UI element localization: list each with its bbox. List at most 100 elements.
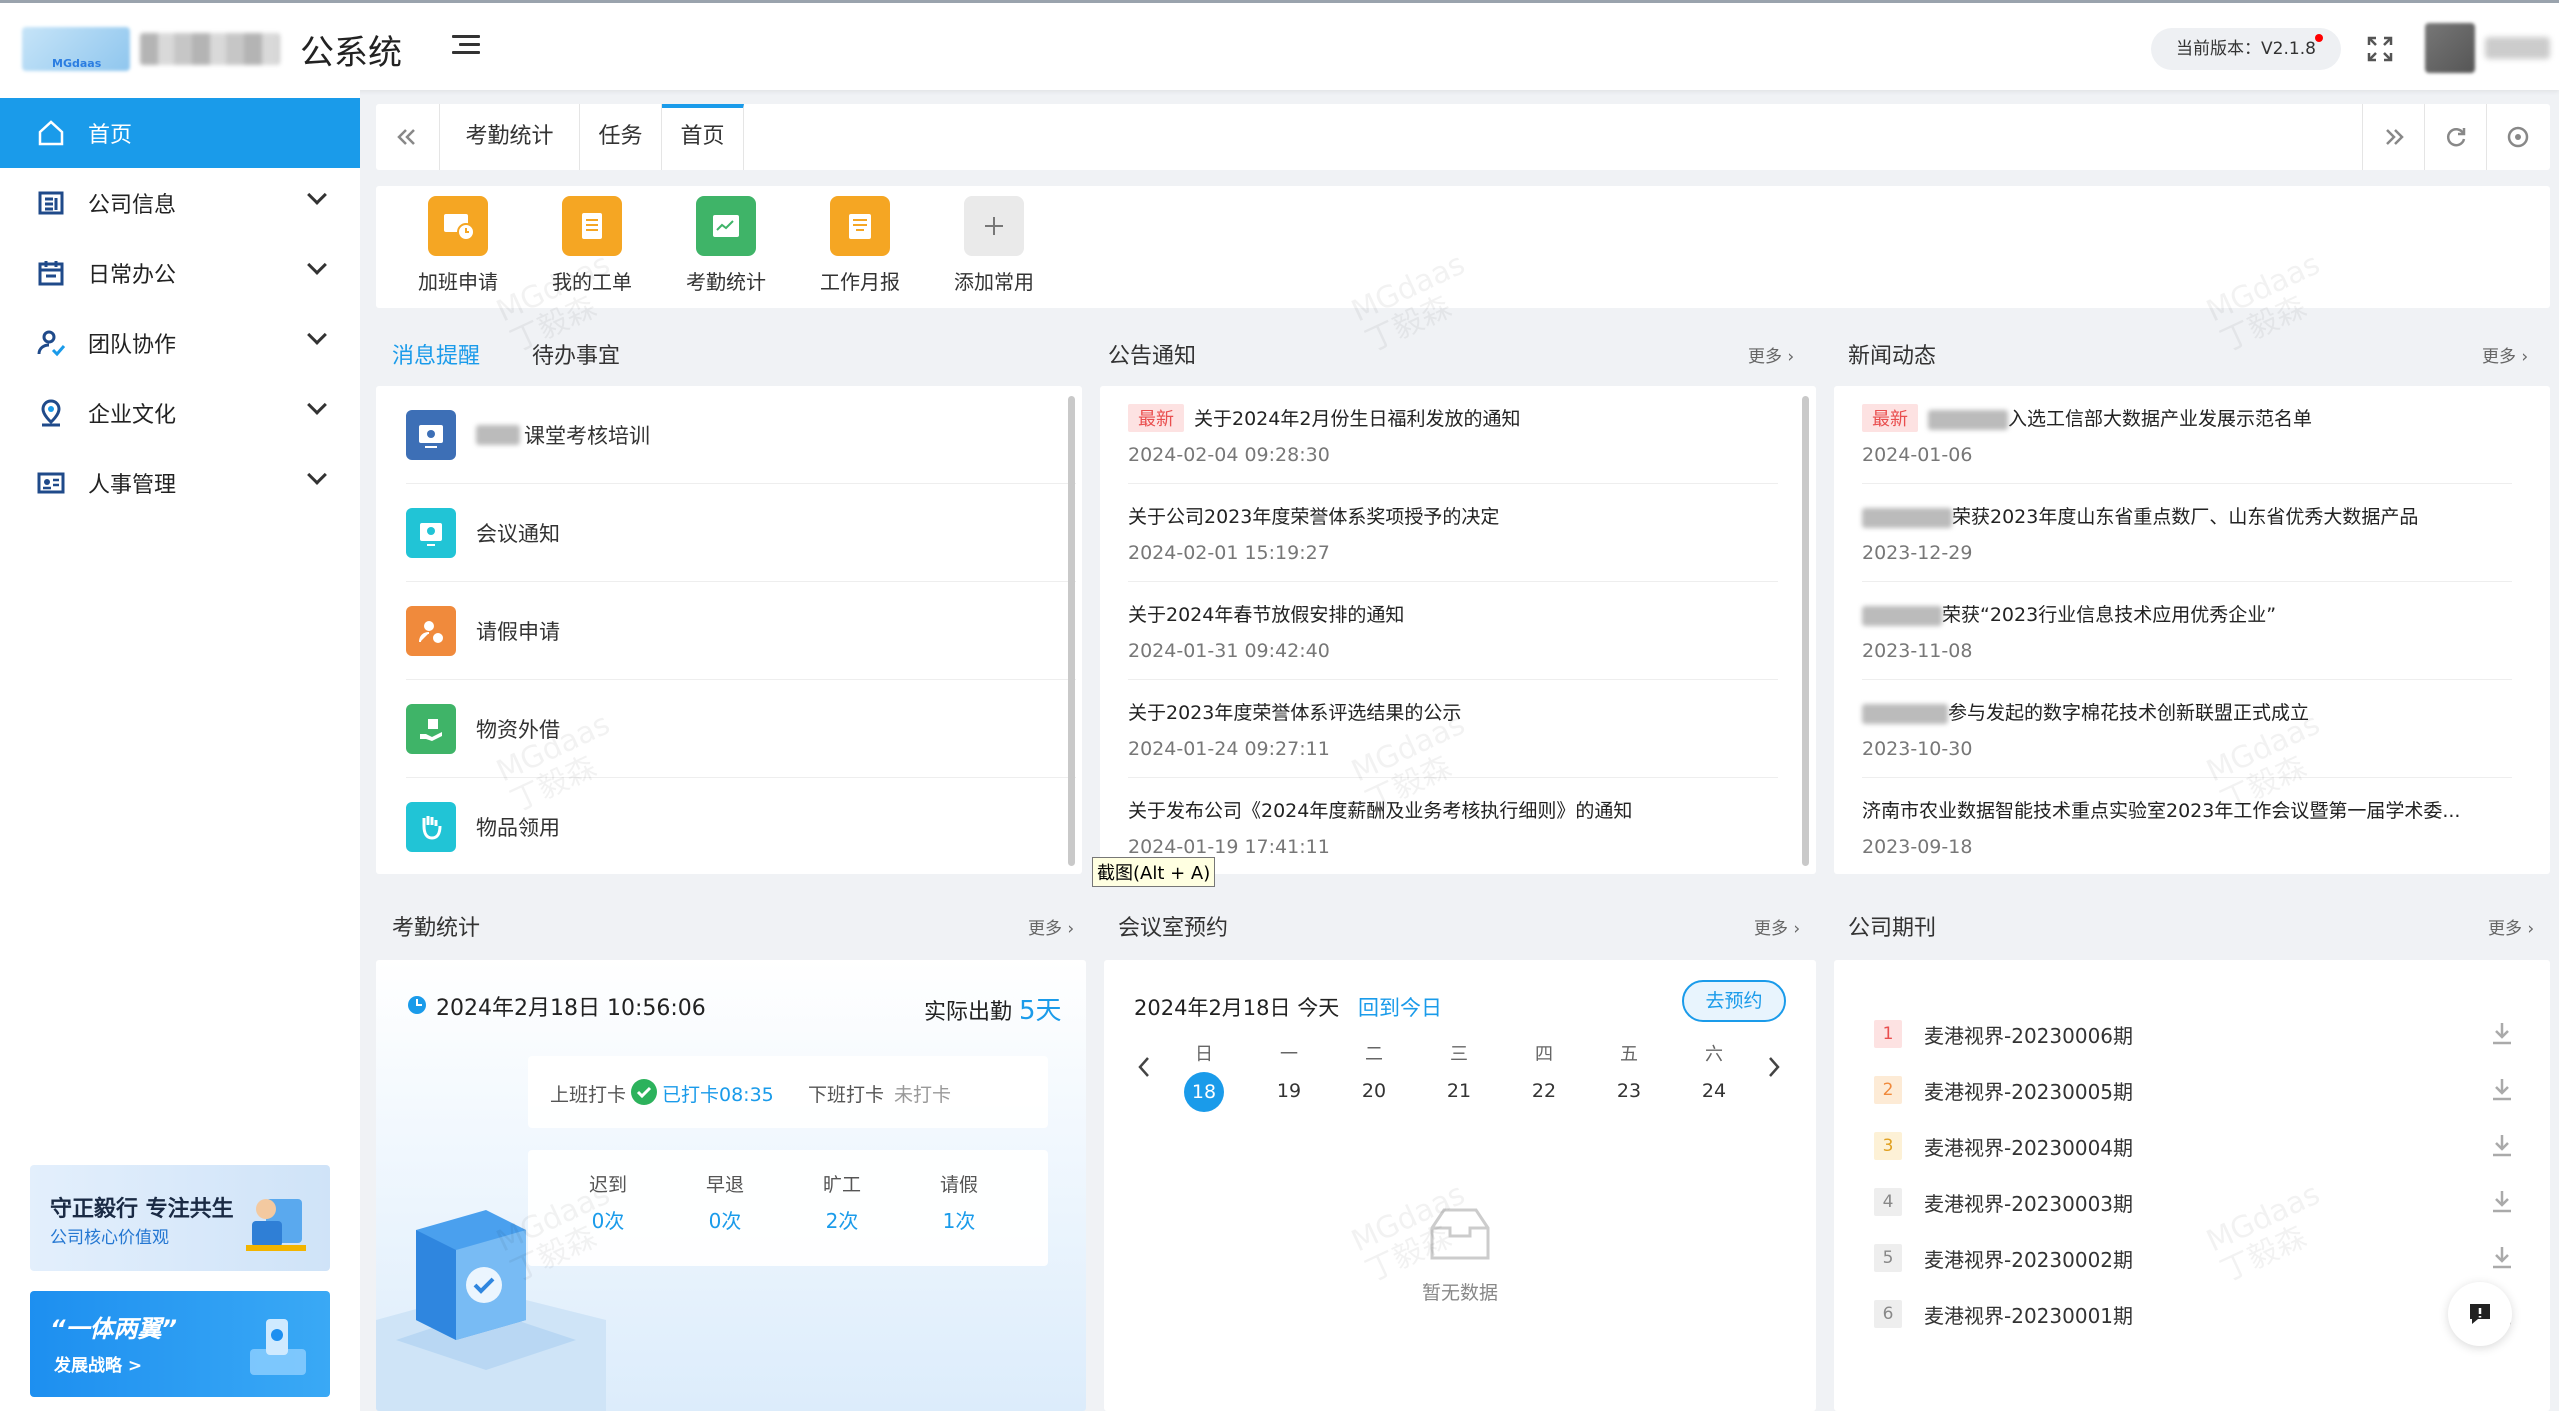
refresh-icon (2446, 128, 2466, 147)
list-item[interactable]: 关于2023年度荣誉体系评选结果的公示 2024-01-24 09:27:11 (1128, 680, 1778, 778)
sidebar-item-hr[interactable]: 人事管理 (0, 448, 360, 518)
check-circle-icon (631, 1079, 657, 1105)
tab-todo[interactable]: 待办事宜 (532, 338, 620, 370)
item-title: 关于2024年春节放假安排的通知 (1128, 604, 1405, 626)
list-item-label: 物品领用 (476, 816, 560, 840)
list-item[interactable]: 5 麦港视界-20230002期 (1874, 1230, 2514, 1286)
quick-action-my-tickets[interactable]: 我的工单 (542, 196, 642, 295)
list-item[interactable]: 最新 关于2024年2月份生日福利发放的通知 2024-02-04 09:28:3… (1128, 386, 1778, 484)
back-to-today-link[interactable]: 回到今日 (1358, 992, 1442, 1022)
list-item[interactable]: 6 麦港视界-20230001期 (1874, 1286, 2514, 1342)
calendar-day[interactable]: 23 (1599, 1080, 1659, 1102)
sidebar-item-culture[interactable]: 企业文化 (0, 378, 360, 448)
hand-give-icon (406, 703, 456, 754)
tabs-scroll-left-button[interactable] (376, 104, 440, 170)
calendar-day-selected[interactable]: 18 (1184, 1072, 1224, 1112)
list-item[interactable]: 关于发布公司《2024年度薪酬及业务考核执行细则》的通知 2024-01-19 … (1128, 778, 1778, 874)
news-more-link[interactable]: 更多 › (2482, 342, 2528, 367)
list-item[interactable]: 关于2024年春节放假安排的通知 2024-01-31 09:42:40 (1128, 582, 1778, 680)
list-item[interactable]: 请假申请 (406, 582, 1076, 680)
tab-tasks[interactable]: 任务 (580, 104, 662, 170)
attendance-stats-card: 迟到 0次 早退 0次 旷工 2次 请假 1次 (528, 1150, 1048, 1266)
clock-icon (408, 996, 426, 1014)
stat-early-leave[interactable]: 早退 0次 (685, 1170, 765, 1234)
list-item[interactable]: 物品领用 (406, 778, 1076, 874)
stat-absent[interactable]: 旷工 2次 (802, 1170, 882, 1234)
culture-icon (41, 399, 61, 427)
calendar-day[interactable]: 24 (1684, 1080, 1744, 1102)
journal-title: 公司期刊 (1848, 916, 1937, 941)
list-item[interactable]: 物资外借 (406, 680, 1076, 778)
item-title: 麦港视界-20230005期 (1924, 1079, 2134, 1104)
scrollbar[interactable] (1802, 396, 1809, 866)
list-item[interactable]: 3 麦港视界-20230004期 (1874, 1118, 2514, 1174)
calendar-day[interactable]: 19 (1259, 1080, 1319, 1102)
tab-attendance[interactable]: 考勤统计 (440, 104, 580, 170)
sidebar-item-company-info[interactable]: 公司信息 (0, 168, 360, 238)
settings-button[interactable] (2486, 104, 2548, 170)
list-item[interactable]: 1 麦港视界-20230006期 (1874, 1006, 2514, 1062)
download-icon[interactable] (2490, 1188, 2514, 1214)
tab-messages[interactable]: 消息提醒 (392, 338, 480, 370)
list-item[interactable]: 2 麦港视界-20230005期 (1874, 1062, 2514, 1118)
download-icon[interactable] (2490, 1244, 2514, 1270)
list-item[interactable]: 关于公司2023年度荣誉体系奖项授予的决定 2024-02-01 15:19:2… (1128, 484, 1778, 582)
list-item[interactable]: 会议通知 (406, 484, 1076, 582)
strategy-banner[interactable]: “一体两翼” 发展战略 > (30, 1291, 330, 1397)
banner-subtitle: 发展战略 > (54, 1356, 143, 1376)
quick-action-attendance[interactable]: 考勤统计 (676, 196, 776, 295)
quick-action-monthly-report[interactable]: 工作月报 (810, 196, 910, 295)
list-item[interactable]: 济南市农业数据智能技术重点实验室2023年工作会议暨第一届学术委... 2023… (1862, 778, 2512, 874)
chevron-left-icon[interactable] (1134, 1052, 1154, 1082)
announcements-more-link[interactable]: 更多 › (1748, 342, 1794, 367)
rank-number: 6 (1874, 1300, 1902, 1328)
meeting-more-link[interactable]: 更多 › (1754, 914, 1800, 939)
journal-more-link[interactable]: 更多 › (2488, 914, 2534, 939)
stat-leave[interactable]: 请假 1次 (919, 1170, 999, 1234)
list-item[interactable]: 课堂考核培训 (406, 386, 1076, 484)
quick-action-add-favorite[interactable]: 添加常用 (944, 196, 1044, 295)
list-item[interactable]: 参与发起的数字棉花技术创新联盟正式成立 2023-10-30 (1862, 680, 2512, 778)
sidebar-item-label: 日常办公 (88, 263, 177, 288)
chevron-right-icon[interactable] (1764, 1052, 1784, 1082)
quick-action-overtime[interactable]: 加班申请 (408, 196, 508, 295)
menu-toggle-icon[interactable] (452, 35, 480, 61)
list-item[interactable]: 最新 入选工信部大数据产业发展示范名单 2024-01-06 (1862, 386, 2512, 484)
stat-value: 0次 (708, 1209, 742, 1233)
user-avatar[interactable] (2425, 23, 2475, 73)
meeting-icon (406, 507, 456, 558)
calendar-icon (38, 261, 64, 286)
item-title: 麦港视界-20230006期 (1924, 1023, 2134, 1048)
book-meeting-button[interactable]: 去预约 (1682, 980, 1786, 1022)
calendar-day[interactable]: 21 (1429, 1080, 1489, 1102)
fullscreen-icon[interactable] (2366, 35, 2394, 63)
tab-home[interactable]: 首页 (662, 104, 744, 170)
attendance-more-link[interactable]: 更多 › (1028, 914, 1074, 939)
stat-label: 早退 (705, 1174, 744, 1196)
feedback-button[interactable] (2448, 1282, 2512, 1346)
redacted-text (1862, 605, 1942, 626)
sidebar-item-team[interactable]: 团队协作 (0, 308, 360, 378)
tabs-scroll-right-button[interactable] (2362, 104, 2424, 170)
download-icon[interactable] (2490, 1020, 2514, 1046)
sidebar-item-daily-office[interactable]: 日常办公 (0, 238, 360, 308)
redacted-text (1928, 409, 2008, 430)
core-values-banner[interactable]: 守正毅行 专注共生 公司核心价值观 (30, 1165, 330, 1271)
refresh-button[interactable] (2424, 104, 2486, 170)
list-item[interactable]: 荣获2023年度山东省重点数厂、山东省优秀大数据产品 2023-12-29 (1862, 484, 2512, 582)
user-name-redacted[interactable] (2485, 37, 2550, 59)
attendance-panel: 2024年2月18日 10:56:06 实际出勤 5天 上班打卡 已打卡08:3… (376, 960, 1086, 1411)
download-icon[interactable] (2490, 1132, 2514, 1158)
sidebar-item-home[interactable]: 首页 (0, 98, 360, 168)
scrollbar[interactable] (1068, 396, 1075, 866)
list-item[interactable]: 荣获“2023行业信息技术应用优秀企业” 2023-11-08 (1862, 582, 2512, 680)
download-icon[interactable] (2490, 1076, 2514, 1102)
calendar-day[interactable]: 22 (1514, 1080, 1574, 1102)
banner-title: 守正毅行 专注共生 (50, 1197, 234, 1222)
overtime-icon (428, 196, 488, 256)
list-item[interactable]: 4 麦港视界-20230003期 (1874, 1174, 2514, 1230)
redacted-text (1862, 703, 1948, 724)
quick-action-label: 加班申请 (418, 270, 498, 294)
version-badge[interactable]: 当前版本：V2.1.8 (2151, 28, 2341, 70)
calendar-day[interactable]: 20 (1344, 1080, 1404, 1102)
